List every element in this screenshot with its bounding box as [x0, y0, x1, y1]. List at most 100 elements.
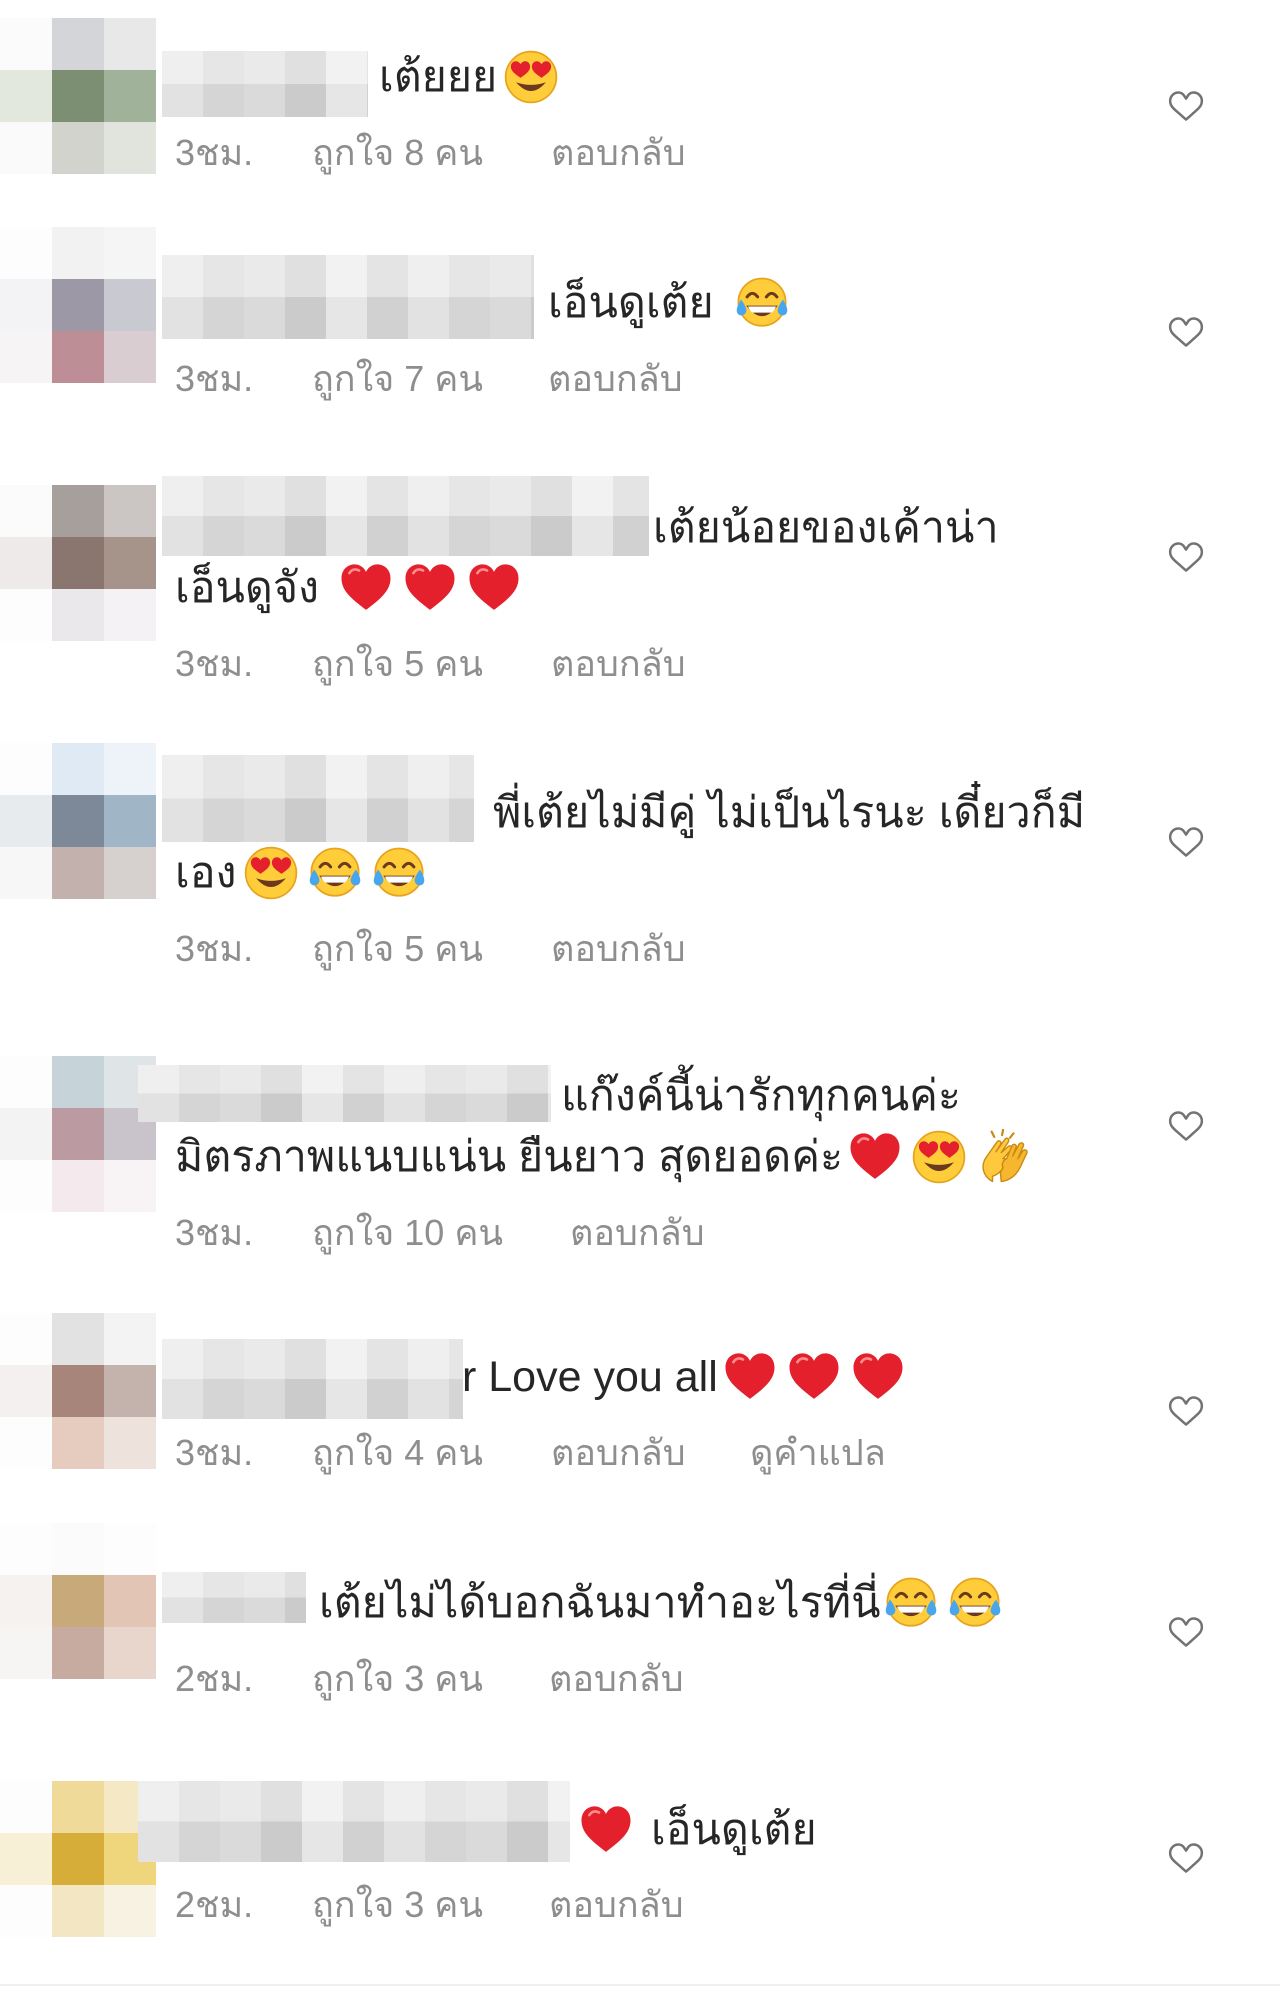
smiling-face-with-heart-eyes-icon — [243, 845, 299, 901]
emoji-group — [503, 49, 559, 105]
comment-text: เต้ยน้อยของเค้าน่า — [653, 504, 999, 552]
avatar[interactable] — [0, 1523, 156, 1679]
avatar-tile — [0, 795, 52, 847]
comment-text: เอ็นดูเต้ย — [548, 279, 714, 327]
comment-text: เต้ยยย — [379, 53, 498, 101]
reply-button[interactable]: ตอบกลับ — [551, 1431, 686, 1475]
comment-line: เต้ยน้อยของเค้าน่า — [653, 498, 999, 558]
username-blurred[interactable] — [162, 1572, 306, 1623]
avatar-tile — [0, 1313, 52, 1365]
comment-line: เอง — [175, 843, 427, 903]
avatar-tile — [104, 795, 156, 847]
emoji-group — [578, 1802, 634, 1858]
username-blurred[interactable] — [162, 255, 534, 339]
timestamp: 3ชม. — [175, 643, 254, 684]
like-heart-icon[interactable] — [1166, 312, 1206, 352]
face-with-tears-of-joy-icon — [947, 1575, 1003, 1631]
avatar-tile — [0, 1781, 52, 1833]
avatar[interactable] — [0, 743, 156, 899]
red-heart-icon — [722, 1349, 778, 1405]
reply-button[interactable]: ตอบกลับ — [548, 357, 683, 401]
avatar-tile — [52, 847, 104, 899]
avatar-tile — [0, 122, 52, 174]
username-blurred[interactable] — [138, 1781, 570, 1862]
avatar-tile — [104, 227, 156, 279]
like-count[interactable]: ถูกใจ 4 คน — [312, 1431, 483, 1475]
reply-button[interactable]: ตอบกลับ — [570, 1211, 705, 1255]
emoji-group — [847, 1129, 1031, 1185]
reply-button[interactable]: ตอบกลับ — [551, 642, 686, 686]
comments-page: เต้ยยย 3ชม. ถูกใจ 8 คน ตอบกลับ เอ็นดูเต้… — [0, 0, 1280, 2004]
comment-text: เอ็นดูเต้ย — [651, 1806, 817, 1854]
like-count[interactable]: ถูกใจ 3 คน — [312, 1883, 483, 1927]
comment-text: มิตรภาพแนบแน่น ยืนยาว สุดยอดค่ะ — [175, 1133, 844, 1181]
like-heart-icon[interactable] — [1166, 86, 1206, 126]
comment-text: พี่เต้ยไม่มีคู่ ไม่เป็นไรนะ เดี๋ยวก็มี — [493, 789, 1086, 837]
avatar-tile — [0, 1160, 52, 1212]
avatar[interactable] — [0, 18, 156, 174]
comment-line: เต้ยไม่ได้บอกฉันมาทำอะไรที่นี่ — [319, 1573, 1003, 1633]
like-heart-icon[interactable] — [1166, 1838, 1206, 1878]
avatar-tile — [0, 1833, 52, 1885]
avatar-tile — [0, 743, 52, 795]
username-blurred[interactable] — [162, 51, 368, 117]
avatar-tile — [52, 795, 104, 847]
emoji-group — [722, 1349, 906, 1405]
like-count[interactable]: ถูกใจ 8 คน — [312, 131, 483, 175]
like-heart-icon[interactable] — [1166, 537, 1206, 577]
like-count[interactable]: ถูกใจ 7 คน — [312, 357, 483, 401]
avatar-tile — [0, 227, 52, 279]
like-heart-icon[interactable] — [1166, 1391, 1206, 1431]
comment-line: เอ็นดูเต้ย — [578, 1800, 817, 1860]
like-count[interactable]: ถูกใจ 5 คน — [312, 642, 483, 686]
avatar-tile — [104, 1365, 156, 1417]
reply-button[interactable]: ตอบกลับ — [549, 1657, 684, 1701]
avatar-tile — [104, 1575, 156, 1627]
avatar-tile — [52, 1781, 104, 1833]
avatar-tile — [104, 1885, 156, 1937]
username-blurred[interactable] — [138, 1065, 551, 1122]
red-heart-icon — [578, 1802, 634, 1858]
avatar-tile — [104, 1160, 156, 1212]
timestamp: 3ชม. — [175, 1432, 254, 1473]
comment-line: เอ็นดูเต้ย — [548, 273, 790, 333]
see-translation-button[interactable]: ดูคำแปล — [750, 1431, 886, 1475]
reply-button[interactable]: ตอบกลับ — [551, 131, 686, 175]
comment-line: พี่เต้ยไม่มีคู่ ไม่เป็นไรนะ เดี๋ยวก็มี — [493, 783, 1085, 843]
avatar[interactable] — [0, 1056, 156, 1212]
avatar[interactable] — [0, 1313, 156, 1469]
avatar[interactable] — [0, 1781, 156, 1937]
avatar[interactable] — [0, 227, 156, 383]
like-heart-icon[interactable] — [1166, 1612, 1206, 1652]
comment-line: เต้ยยย — [379, 47, 559, 107]
avatar-tile — [52, 1108, 104, 1160]
like-count[interactable]: ถูกใจ 10 คน — [312, 1211, 503, 1255]
avatar-tile — [104, 1523, 156, 1575]
avatar-tile — [0, 331, 52, 383]
avatar-tile — [52, 1313, 104, 1365]
avatar-tile — [52, 70, 104, 122]
avatar[interactable] — [0, 485, 156, 641]
like-heart-icon[interactable] — [1166, 822, 1206, 862]
avatar-tile — [104, 743, 156, 795]
clapping-hands-icon — [975, 1129, 1031, 1185]
avatar-tile — [52, 589, 104, 641]
avatar-tile — [52, 485, 104, 537]
avatar-tile — [104, 1627, 156, 1679]
timestamp: 3ชม. — [175, 1212, 254, 1253]
avatar-tile — [0, 279, 52, 331]
like-heart-icon[interactable] — [1166, 1106, 1206, 1146]
username-blurred[interactable] — [162, 755, 474, 842]
timestamp: 2ชม. — [175, 1658, 254, 1699]
smiling-face-with-heart-eyes-icon — [911, 1129, 967, 1185]
reply-button[interactable]: ตอบกลับ — [551, 927, 686, 971]
emoji-group — [338, 560, 522, 616]
username-blurred[interactable] — [162, 1339, 463, 1419]
bottom-divider — [0, 1984, 1280, 1986]
reply-button[interactable]: ตอบกลับ — [549, 1883, 684, 1927]
face-with-tears-of-joy-icon — [307, 845, 363, 901]
like-count[interactable]: ถูกใจ 3 คน — [312, 1657, 483, 1701]
like-count[interactable]: ถูกใจ 5 คน — [312, 927, 483, 971]
username-blurred[interactable] — [162, 476, 649, 556]
red-heart-icon — [338, 560, 394, 616]
